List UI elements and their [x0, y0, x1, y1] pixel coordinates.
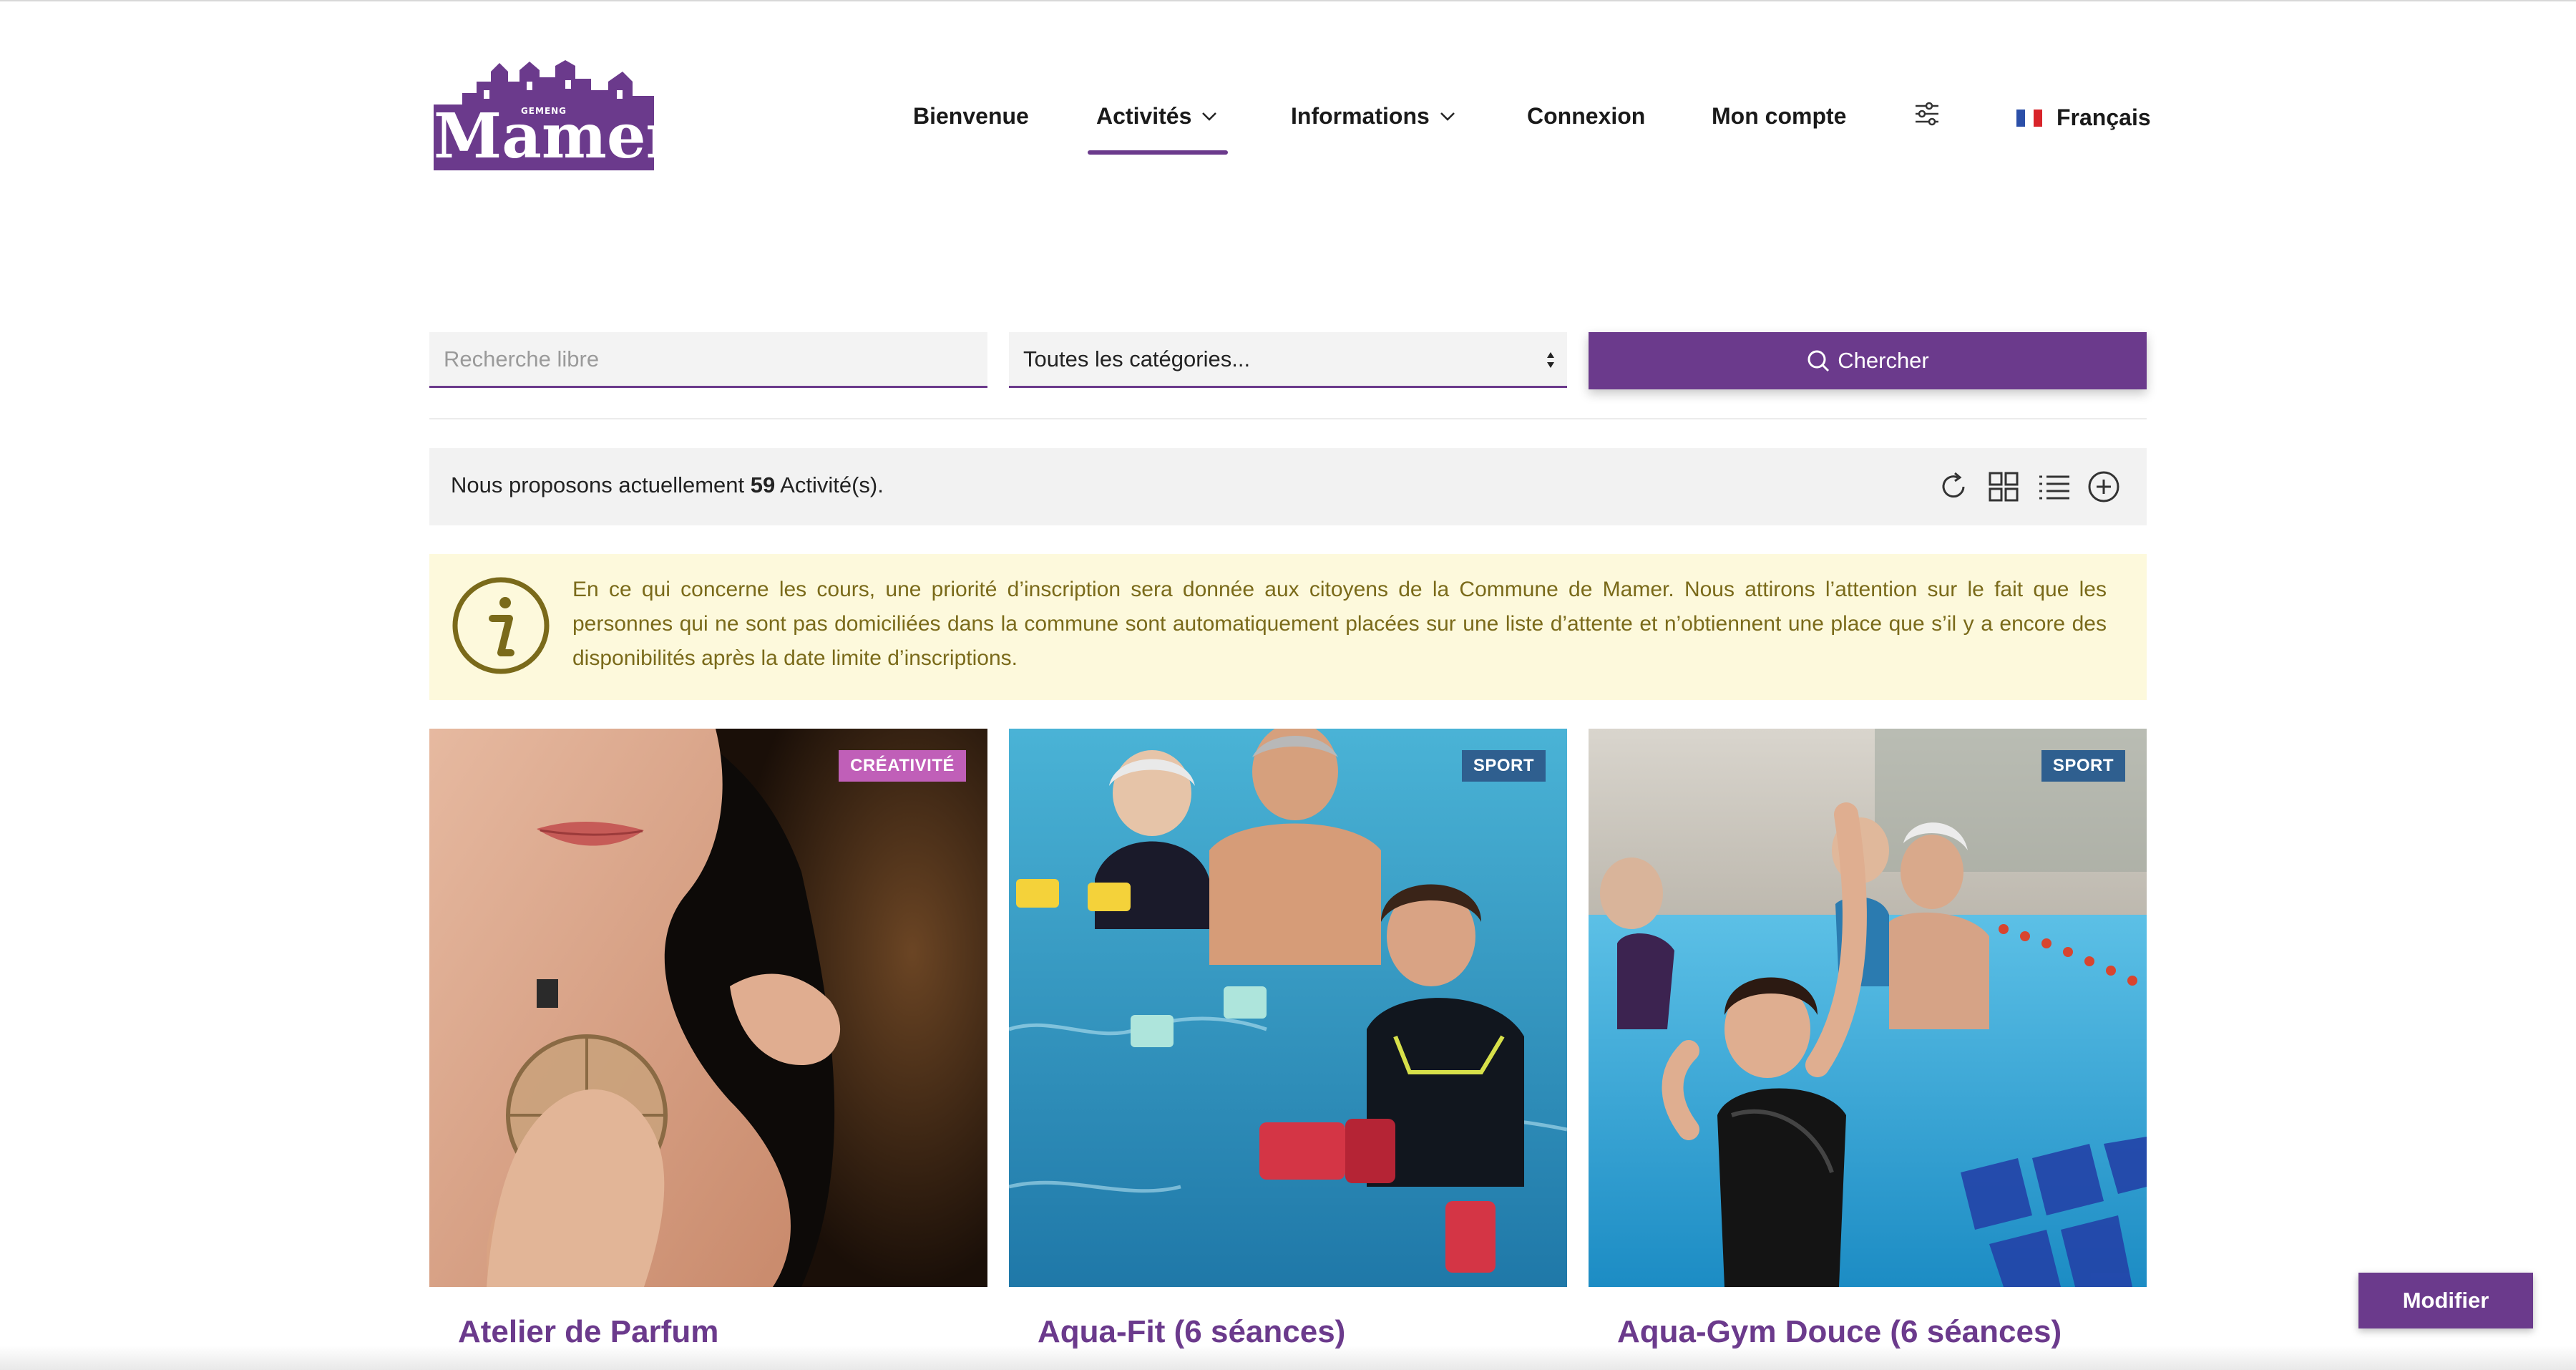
divider: [429, 418, 2147, 419]
nav-label: Bienvenue: [913, 103, 1029, 129]
results-toolbar: Nous proposons actuellement 59 Activité(…: [429, 448, 2147, 525]
activity-title[interactable]: Atelier de Parfum: [458, 1314, 718, 1350]
logo-name: Mamer: [434, 100, 678, 173]
activity-image: [1009, 729, 1567, 1287]
aqua-gym-photo: [1589, 729, 2147, 1287]
nav-bienvenue[interactable]: Bienvenue: [913, 103, 1029, 130]
info-icon: [452, 577, 550, 674]
view-tools: [1936, 470, 2121, 504]
language-selector[interactable]: Français: [2016, 105, 2151, 131]
nav-label: Informations: [1291, 103, 1430, 129]
language-label: Français: [2057, 105, 2151, 130]
activity-card[interactable]: SPORT Aqua-Fit (6 séances): [1009, 729, 1567, 1370]
list-view-icon[interactable]: [2036, 470, 2071, 504]
info-notice: En ce qui concerne les cours, une priori…: [429, 554, 2147, 700]
results-prefix: Nous proposons actuellement: [451, 472, 745, 497]
notice-text: En ce qui concerne les cours, une priori…: [572, 578, 2107, 670]
search-button-label: Chercher: [1838, 348, 1929, 373]
results-count-text: Nous proposons actuellement 59 Activité(…: [451, 472, 884, 498]
nav-active-indicator: [1088, 150, 1228, 155]
select-arrows-icon: [1547, 352, 1554, 368]
activity-image: [429, 729, 987, 1287]
category-badge: SPORT: [2041, 750, 2125, 782]
category-badge: CRÉATIVITÉ: [839, 750, 966, 782]
refresh-icon[interactable]: [1936, 470, 1971, 504]
search-button[interactable]: Chercher: [1589, 332, 2147, 389]
activity-image: [1589, 729, 2147, 1287]
bottom-fade: [0, 1346, 2576, 1370]
nav-label: Mon compte: [1712, 103, 1847, 129]
top-border: [0, 0, 2576, 1]
french-flag-icon: [2016, 109, 2042, 127]
chevron-down-icon: [1440, 112, 1455, 121]
category-select-value: Toutes les catégories...: [1023, 346, 1251, 371]
nav-activites[interactable]: Activités: [1096, 103, 1217, 130]
mamer-logo[interactable]: GEMENG Mamer: [434, 60, 678, 173]
results-count: 59: [750, 472, 776, 497]
activity-title[interactable]: Aqua-Gym Douce (6 séances): [1617, 1314, 2062, 1350]
settings-button[interactable]: [1913, 100, 1941, 127]
nav-label: Connexion: [1527, 103, 1646, 129]
results-suffix: Activité(s).: [780, 472, 884, 497]
nav-informations[interactable]: Informations: [1291, 103, 1455, 130]
nav-mon-compte[interactable]: Mon compte: [1712, 103, 1846, 130]
search-bar: Recherche libre Toutes les catégories...…: [429, 332, 2147, 389]
modifier-button[interactable]: Modifier: [2358, 1273, 2533, 1328]
activity-card[interactable]: CRÉATIVITÉ Atelier de Parfum: [429, 729, 987, 1370]
activity-card[interactable]: SPORT Aqua-Gym Douce (6 séances): [1589, 729, 2147, 1370]
grid-view-icon[interactable]: [1986, 470, 2021, 504]
category-badge: SPORT: [1461, 750, 1546, 782]
nav-connexion[interactable]: Connexion: [1527, 103, 1645, 130]
chevron-down-icon: [1202, 112, 1217, 121]
sliders-icon: [1916, 102, 1938, 126]
aqua-fit-photo: [1009, 729, 1567, 1287]
search-icon: [1807, 350, 1830, 372]
nav-label: Activités: [1096, 103, 1192, 129]
activity-title[interactable]: Aqua-Fit (6 séances): [1038, 1314, 1345, 1350]
search-input[interactable]: Recherche libre: [429, 332, 987, 388]
add-icon[interactable]: [2087, 470, 2121, 504]
category-select[interactable]: Toutes les catégories...: [1009, 332, 1567, 388]
perfume-photo: [429, 729, 987, 1287]
